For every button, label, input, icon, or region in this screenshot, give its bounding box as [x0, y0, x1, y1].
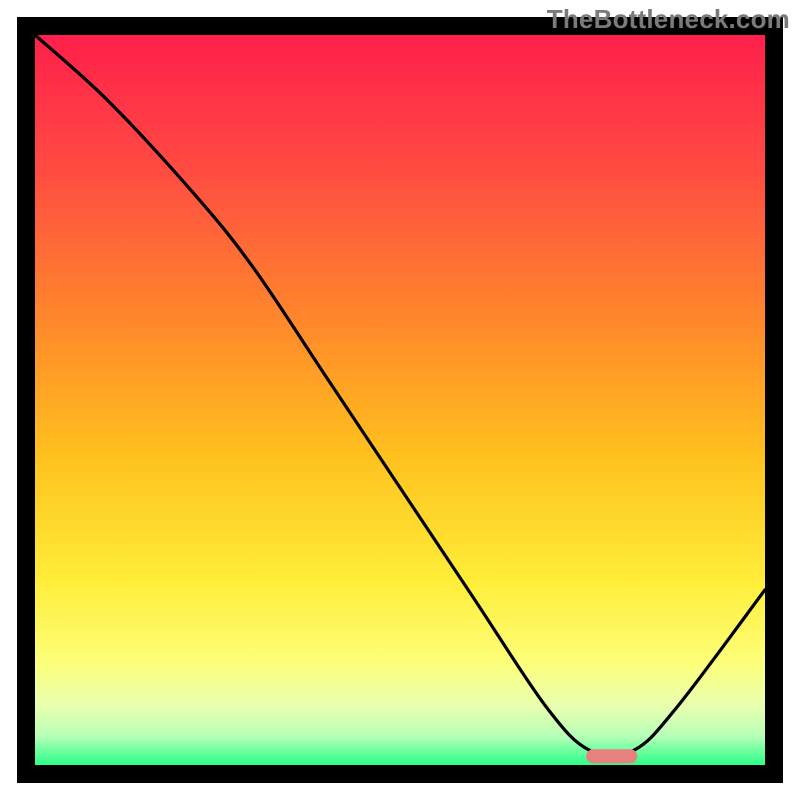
chart-marker — [586, 749, 637, 763]
bottleneck-chart — [0, 0, 800, 800]
chart-background — [35, 35, 765, 765]
chart-container: TheBottleneck.com — [0, 0, 800, 800]
watermark-text: TheBottleneck.com — [547, 4, 790, 35]
